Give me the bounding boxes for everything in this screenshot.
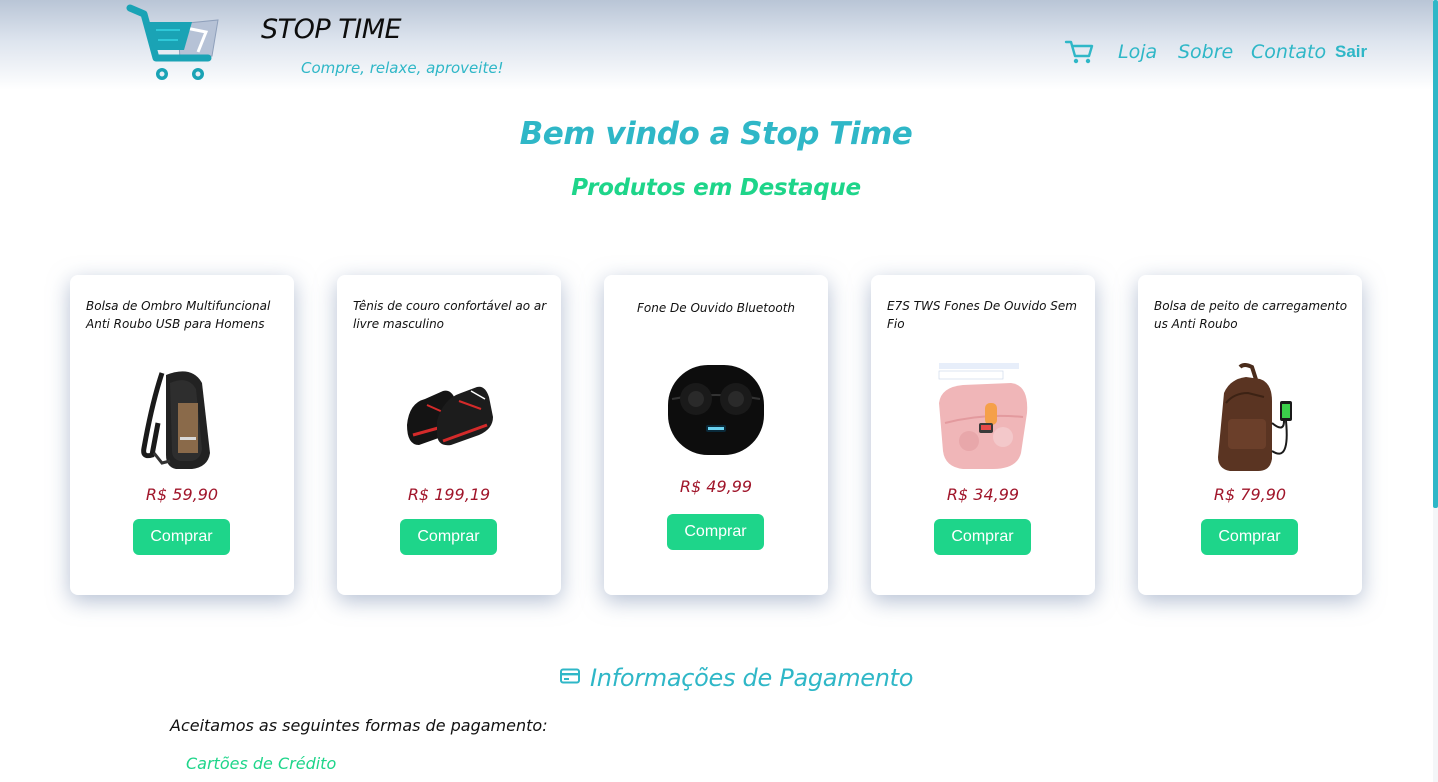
product-card: Fone De Ouvido Bluetooth R$ 49,99 Compra…: [604, 275, 828, 595]
product-title: Bolsa de Ombro Multifuncional Anti Roubo…: [86, 299, 271, 331]
product-card: Bolsa de Ombro Multifuncional Anti Roubo…: [70, 275, 294, 595]
product-card: Tênis de couro confortável ao ar livre m…: [337, 275, 561, 595]
buy-button[interactable]: Comprar: [1201, 519, 1298, 555]
cart-icon[interactable]: [1064, 38, 1094, 66]
product-title: Tênis de couro confortável ao ar livre m…: [353, 299, 547, 331]
credit-card-icon: [560, 668, 580, 684]
earbuds-pink-image: [938, 363, 1028, 469]
product-price: R$ 199,19: [407, 485, 491, 504]
product-price: R$ 59,90: [145, 485, 219, 504]
nav-link-sobre[interactable]: Sobre: [1178, 41, 1233, 63]
brand-title: STOP TIME: [261, 14, 402, 45]
nav-link-contato[interactable]: Contato: [1251, 41, 1326, 63]
payment-intro: Aceitamos as seguintes formas de pagamen…: [170, 716, 548, 735]
scrollbar[interactable]: [1433, 0, 1438, 782]
sling-bag-image: [141, 371, 210, 469]
buy-button[interactable]: Comprar: [400, 519, 497, 555]
product-title: Bolsa de peito de carregamento us Anti R…: [1154, 299, 1348, 331]
payment-method-item: Cartões de Crédito: [186, 754, 337, 773]
buy-button[interactable]: Comprar: [934, 519, 1031, 555]
product-price: R$ 34,99: [946, 485, 1020, 504]
product-title: Fone De Ouvido Bluetooth: [637, 301, 795, 315]
product-card: Bolsa de peito de carregamento us Anti R…: [1138, 275, 1362, 595]
product-price: R$ 79,90: [1213, 485, 1287, 504]
buy-button[interactable]: Comprar: [667, 514, 764, 550]
earbuds-black-image: [668, 365, 764, 455]
scrollbar-thumb[interactable]: [1433, 0, 1438, 508]
product-title: E7S TWS Fones De Ouvido Sem Fio: [887, 299, 1077, 331]
sneakers-image: [407, 386, 493, 446]
site-header: STOP TIME Compre, relaxe, aproveite! Loj…: [0, 0, 1438, 90]
buy-button[interactable]: Comprar: [133, 519, 230, 555]
cart-logo-icon[interactable]: [126, 2, 222, 84]
nav-link-loja[interactable]: Loja: [1118, 41, 1157, 63]
brand-tagline: Compre, relaxe, aproveite!: [301, 59, 504, 77]
payment-heading: Informações de Pagamento: [560, 664, 913, 692]
welcome-heading: Bem vindo a Stop Time: [519, 116, 913, 152]
product-card: E7S TWS Fones De Ouvido Sem Fio R$ 34,99…: [871, 275, 1095, 595]
featured-heading: Produtos em Destaque: [571, 175, 861, 201]
product-price: R$ 49,99: [679, 477, 753, 496]
chest-bag-image: [1218, 363, 1292, 471]
logout-link[interactable]: Sair: [1335, 42, 1367, 62]
payment-heading-text: Informações de Pagamento: [590, 664, 914, 692]
